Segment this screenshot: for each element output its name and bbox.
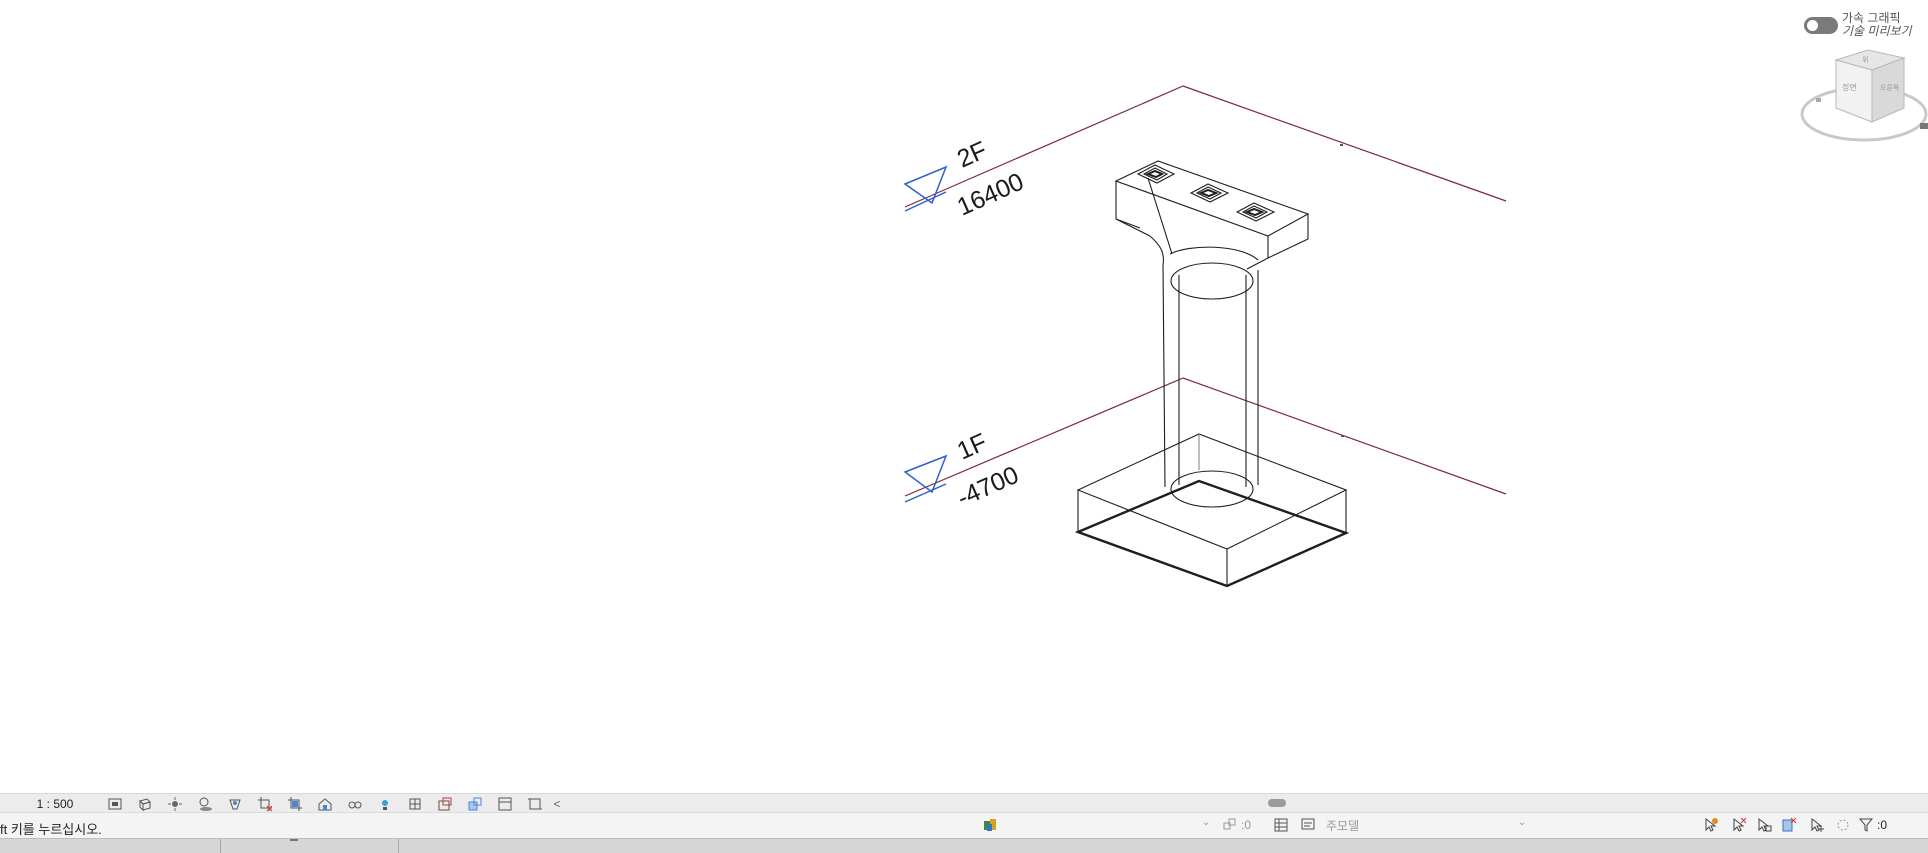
horizontal-scrollbar[interactable] [564, 794, 1928, 813]
crop-region-icon[interactable] [520, 794, 550, 813]
reveal-hidden-icon[interactable] [370, 794, 400, 813]
panel-tick [290, 839, 298, 841]
show-constraints-icon[interactable] [460, 794, 490, 813]
level-1f-elevation[interactable]: -4700 [953, 461, 1023, 513]
level-2f-break-mark [1340, 144, 1343, 146]
drawing-viewport[interactable]: 2F 16400 1F -4700 가속 그래픽 기술 미리보기 위 정면 오른… [0, 0, 1928, 793]
scroll-left-arrow[interactable]: < [550, 797, 564, 811]
filter-count: :0 [1877, 818, 1888, 832]
model-label: 주모델 [1326, 819, 1360, 833]
model-selector[interactable]: 주모델 [1326, 817, 1359, 834]
level-2f-line-right [1182, 85, 1507, 202]
view-cube-corner-marker[interactable] [1920, 123, 1928, 129]
column-top-ellipse [1170, 262, 1254, 300]
level-1f-line-left [904, 377, 1184, 497]
level-2f-head-icon[interactable] [903, 165, 948, 205]
horizontal-scrollbar-thumb[interactable] [1268, 799, 1286, 807]
panel-divider[interactable] [398, 839, 399, 853]
view-cube-ring-marker[interactable] [1816, 98, 1821, 102]
bottom-panel-strip [0, 838, 1928, 853]
drag-elements-icon[interactable] [1809, 817, 1825, 833]
select-by-face-icon[interactable] [1781, 817, 1797, 833]
panel-divider[interactable] [220, 839, 221, 853]
level-1f-break-mark [1341, 435, 1344, 437]
view-scale[interactable]: 1 : 500 [0, 797, 100, 811]
analytical-model-icon[interactable] [400, 794, 430, 813]
temporary-hide-isolate-icon[interactable] [340, 794, 370, 813]
worksharing-display-icon[interactable] [490, 794, 520, 813]
bearing-pad-3 [1235, 202, 1276, 222]
model-dropdown-arrow[interactable]: ⌄ [1518, 817, 1526, 828]
view-control-bar: 1 : 500 < [0, 793, 1928, 813]
status-message: ft 키를 누르십시오. [0, 822, 102, 837]
show-crop-region-icon[interactable] [280, 794, 310, 813]
tech-preview-label: 기술 미리보기 [1842, 24, 1912, 38]
level-2f-line-left [904, 85, 1184, 208]
background-process-icon[interactable] [1835, 817, 1851, 833]
level-2f-name[interactable]: 2F [953, 136, 991, 173]
worksets-count: :0 [1241, 818, 1252, 832]
select-links-icon[interactable] [1703, 817, 1719, 833]
view-cube-top-text: 위 [1862, 56, 1868, 64]
view-control-icons [100, 794, 550, 813]
select-pinned-icon[interactable] [1756, 817, 1772, 833]
toggle-switch[interactable] [1804, 16, 1838, 34]
detail-level-icon[interactable] [100, 794, 130, 813]
view-cube[interactable]: 위 정면 오른쪽 [1800, 44, 1928, 154]
editable-only-icon[interactable]: :0 [1222, 817, 1251, 833]
select-underlay-icon[interactable] [1731, 817, 1747, 833]
main-model-table-icon[interactable] [1273, 817, 1289, 833]
design-option-list-icon[interactable] [1300, 817, 1316, 833]
shadows-icon[interactable] [190, 794, 220, 813]
view-cube-front-text: 정면 [1842, 82, 1857, 92]
worksets-dropdown-arrow[interactable]: ⌄ [1202, 817, 1210, 828]
level-1f-line-right [1182, 377, 1507, 495]
unlock-3d-view-icon[interactable] [310, 794, 340, 813]
column-base-ellipse [1170, 470, 1254, 508]
bearing-pad-2 [1189, 183, 1230, 203]
crop-view-icon[interactable] [250, 794, 280, 813]
level-1f-name[interactable]: 1F [953, 428, 991, 465]
accelerated-graphics-toggle[interactable]: 가속 그래픽 기술 미리보기 [1804, 12, 1912, 38]
sun-path-icon[interactable] [160, 794, 190, 813]
status-bar: ft 키를 누르십시오. ⌄ :0 주모델 ⌄ :0 [0, 812, 1928, 839]
view-cube-right-text: 오른쪽 [1880, 84, 1900, 92]
show-rendering-icon[interactable] [220, 794, 250, 813]
visual-style-icon[interactable] [130, 794, 160, 813]
filter-icon[interactable]: :0 [1858, 817, 1887, 833]
design-options-icon[interactable] [982, 817, 998, 833]
3d-model-canvas[interactable]: 2F 16400 1F -4700 [0, 0, 1928, 793]
highlight-displacement-icon[interactable] [430, 794, 460, 813]
footing-top-face [1076, 433, 1348, 550]
footing-bottom-outline [1074, 479, 1350, 588]
pier-model[interactable] [1074, 160, 1350, 588]
level-2f-elevation[interactable]: 16400 [953, 168, 1028, 222]
